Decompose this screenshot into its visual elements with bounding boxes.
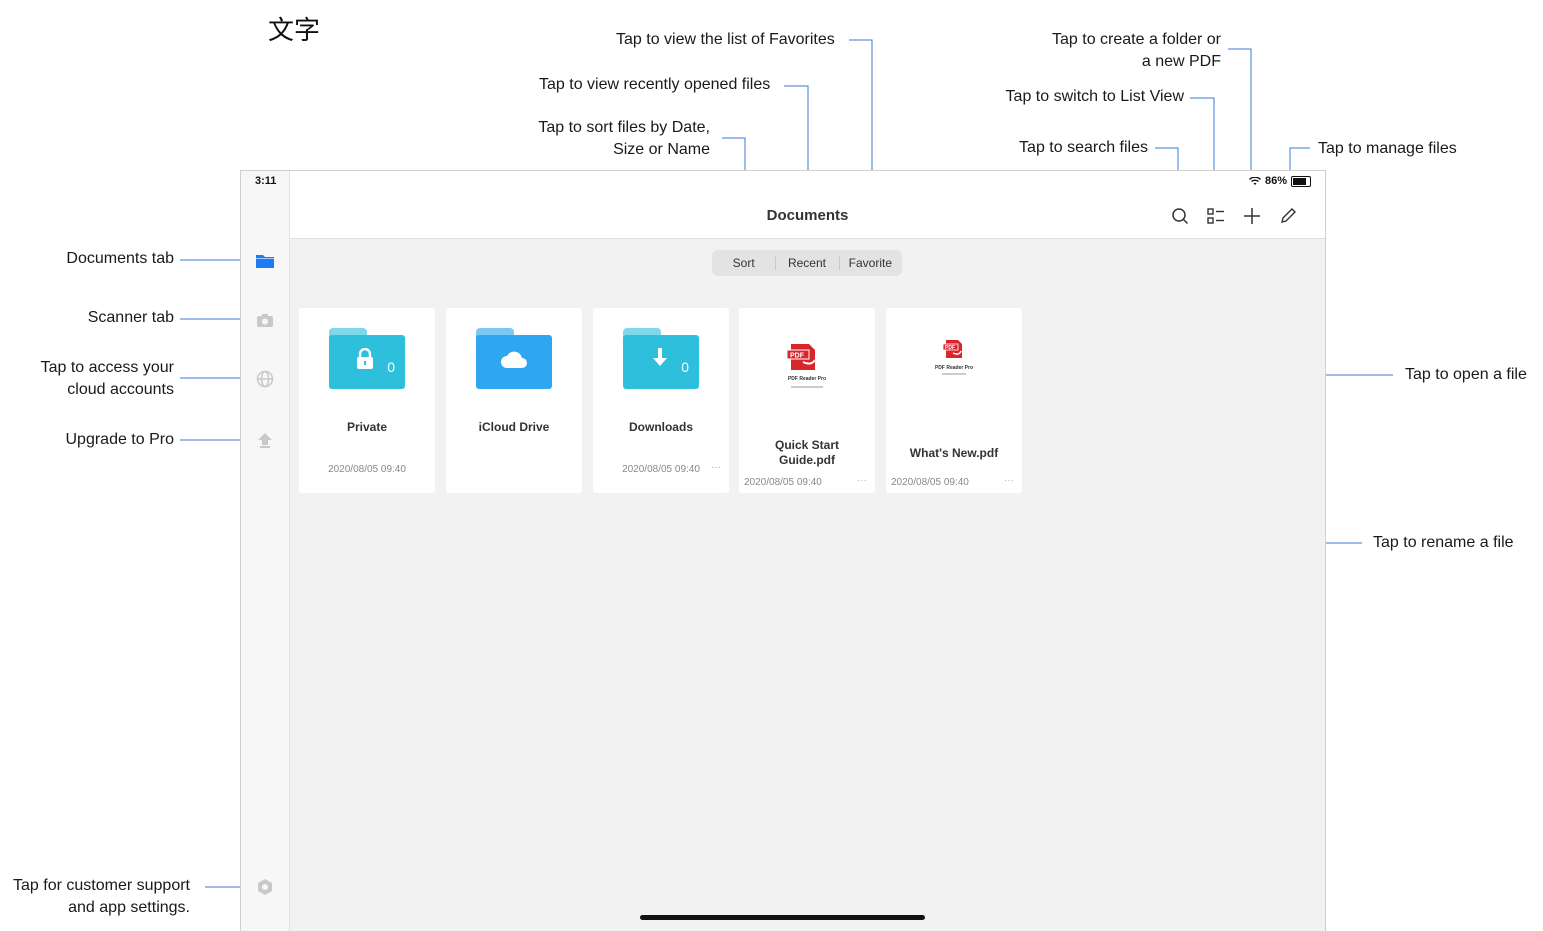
plus-icon[interactable] [1241,205,1263,227]
wifi-icon [1248,176,1261,185]
download-arrow-icon [653,348,667,366]
page-heading: 文字 [268,16,321,46]
annotation-open-file: Tap to open a file [1405,366,1527,383]
thumbnail-subtext [791,386,823,388]
tab-favorite[interactable]: Favorite [838,250,902,276]
thumbnail-caption: PDF Reader Pro [934,365,974,371]
toolbar [1169,205,1299,227]
file-name: Private [346,420,388,434]
item-count: 0 [387,359,395,375]
file-card-whats-new[interactable]: PDF PDF Reader Pro What's New.pdf 2020/0… [886,308,1022,493]
more-options-icon[interactable]: ··· [857,475,867,486]
tab-recent[interactable]: Recent [775,250,838,276]
battery-icon [1291,175,1311,187]
annotation-support-line2: and app settings. [68,899,190,916]
camera-icon[interactable] [255,310,275,330]
annotation-scanner-tab: Scanner tab [87,309,174,326]
sidebar: 3:11 [241,171,290,931]
folder-icon[interactable] [255,251,275,271]
folder-thumbnail: 0 [329,328,405,390]
item-count: 0 [681,359,689,375]
cloud-icon [501,351,527,368]
upgrade-arrow-icon[interactable] [255,430,275,450]
annotation-cloud-line2: cloud accounts [67,381,174,398]
annotation-search: Tap to search files [1019,139,1148,156]
lock-icon [357,348,373,369]
annotation-sort-line2: Size or Name [613,141,710,158]
tab-sort[interactable]: Sort [712,250,775,276]
folder-thumbnail: 0 [623,328,699,390]
top-bar: 86% Documents [290,171,1325,239]
thumbnail-caption: PDF Reader Pro [787,376,827,382]
settings-gear-icon[interactable] [255,877,275,897]
annotation-list-view: Tap to switch to List View [1005,88,1184,105]
pencil-icon[interactable] [1277,205,1299,227]
file-name-line2: Guide.pdf [779,453,835,467]
pdf-logo-icon: PDF [786,344,816,370]
battery-percent: 86% [1264,175,1287,187]
file-card-quick-start[interactable]: PDF PDF Reader Pro Quick Start Guide.pdf… [739,308,875,493]
svg-text:PDF: PDF [945,345,955,351]
search-icon[interactable] [1169,205,1191,227]
file-name: Downloads [628,420,693,434]
file-date: 2020/08/05 09:40 [622,464,700,475]
more-options-icon[interactable]: ··· [1004,475,1014,486]
globe-icon[interactable] [255,369,275,389]
pdf-thumbnail: PDF PDF Reader Pro [924,336,984,376]
file-date: 2020/08/05 09:40 [328,464,406,475]
annotation-rename-file: Tap to rename a file [1373,534,1514,551]
pdf-logo-icon: PDF [942,340,962,358]
pdf-thumbnail: PDF PDF Reader Pro [777,338,837,398]
file-name: What's New.pdf [909,446,999,460]
file-date: 2020/08/05 09:40 [744,477,822,488]
annotation-manage: Tap to manage files [1318,140,1457,157]
annotation-create-line1: Tap to create a folder or [1052,31,1221,48]
folder-card-icloud[interactable]: iCloud Drive [446,308,582,493]
folder-card-private[interactable]: 0 Private 2020/08/05 09:40 [299,308,435,493]
svg-text:PDF: PDF [790,353,805,360]
annotation-upgrade: Upgrade to Pro [65,431,174,448]
folder-card-downloads[interactable]: 0 Downloads 2020/08/05 09:40 ··· [593,308,729,493]
file-date: 2020/08/05 09:40 [891,477,969,488]
thumbnail-subtext [942,373,966,375]
app-screenshot: 3:11 86% Documents Sort Recent Favorite … [240,170,1326,931]
annotation-favorites: Tap to view the list of Favorites [616,31,835,48]
annotation-documents-tab: Documents tab [66,250,174,267]
status-indicators: 86% [1248,175,1311,187]
annotation-sort-line1: Tap to sort files by Date, [538,119,710,136]
annotation-create-line2: a new PDF [1141,53,1221,70]
annotation-recent: Tap to view recently opened files [539,76,771,93]
folder-thumbnail [476,328,552,390]
annotation-support-line1: Tap for customer support [13,877,190,894]
annotation-cloud-line1: Tap to access your [40,359,174,376]
file-name: iCloud Drive [478,420,550,434]
list-view-icon[interactable] [1205,205,1227,227]
status-time: 3:11 [255,175,277,187]
segmented-control: Sort Recent Favorite [712,250,902,276]
file-name-line1: Quick Start [774,438,840,452]
home-indicator [640,915,925,920]
more-options-icon[interactable]: ··· [711,462,721,473]
